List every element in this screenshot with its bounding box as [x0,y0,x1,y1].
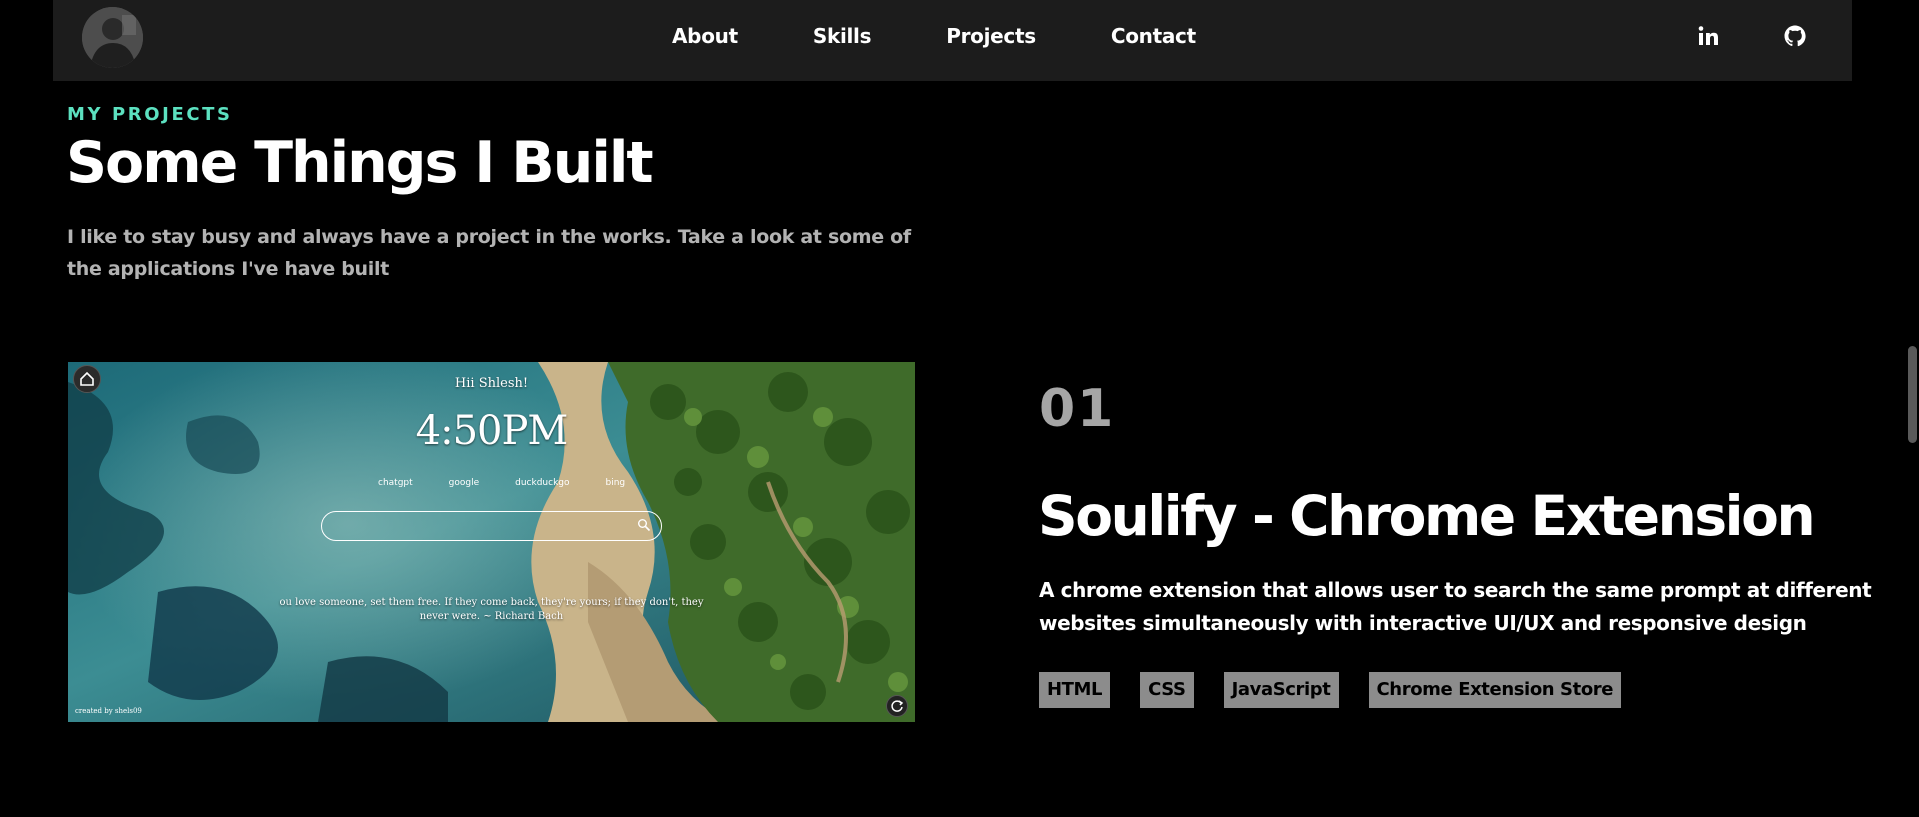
nav-links: About Skills Projects Contact [672,24,1196,48]
tag-chrome-extension-store[interactable]: Chrome Extension Store [1368,672,1622,708]
refresh-icon[interactable] [886,695,908,717]
description-line: A chrome extension that allows user to s… [1039,578,1872,602]
project-description: A chrome extension that allows user to s… [1039,574,1872,640]
project-screenshot[interactable]: Hii Shlesh! 4:50PM chatgpt google duckdu… [68,362,915,722]
scrollbar-track[interactable] [1905,0,1919,817]
nav-link-about[interactable]: About [672,24,738,48]
tag-html: HTML [1039,672,1111,708]
engine-label: duckduckgo [515,478,570,488]
avatar[interactable] [82,7,143,68]
linkedin-icon[interactable] [1696,24,1720,52]
screenshot-quote: ou love someone, set them free. If they … [279,597,704,622]
github-icon[interactable] [1783,24,1807,52]
screenshot-greeting: Hii Shlesh! [454,376,529,391]
nav-link-projects[interactable]: Projects [946,24,1036,48]
description-line: websites simultaneously with interactive… [1039,611,1807,635]
engine-label: google [448,478,480,488]
project-number: 01 [1039,379,1116,439]
tag-javascript: JavaScript [1223,672,1339,708]
screenshot-credit: created by shels09 [75,707,142,715]
section-intro: I like to stay busy and always have a pr… [67,221,911,285]
scrollbar-thumb[interactable] [1908,346,1917,443]
intro-line: the applications I've have built [67,258,389,280]
section-eyebrow: MY PROJECTS [67,104,233,125]
screenshot-engines: chatgpt google duckduckgo bing [378,478,661,488]
project-tags: HTML CSS JavaScript Chrome Extension Sto… [1039,672,1651,708]
navbar: About Skills Projects Contact [53,0,1852,81]
nav-link-contact[interactable]: Contact [1111,24,1196,48]
search-icon [637,518,651,532]
screenshot-time: 4:50PM [415,408,569,454]
engine-label: chatgpt [378,478,413,488]
nav-link-skills[interactable]: Skills [813,24,872,48]
project-title[interactable]: Soulify - Chrome Extension [1038,484,1816,548]
intro-line: I like to stay busy and always have a pr… [67,226,911,248]
tag-css: CSS [1140,672,1194,708]
engine-label: bing [605,478,626,488]
screenshot-search-bar [321,511,662,541]
section-title: Some Things I Built [66,130,654,196]
